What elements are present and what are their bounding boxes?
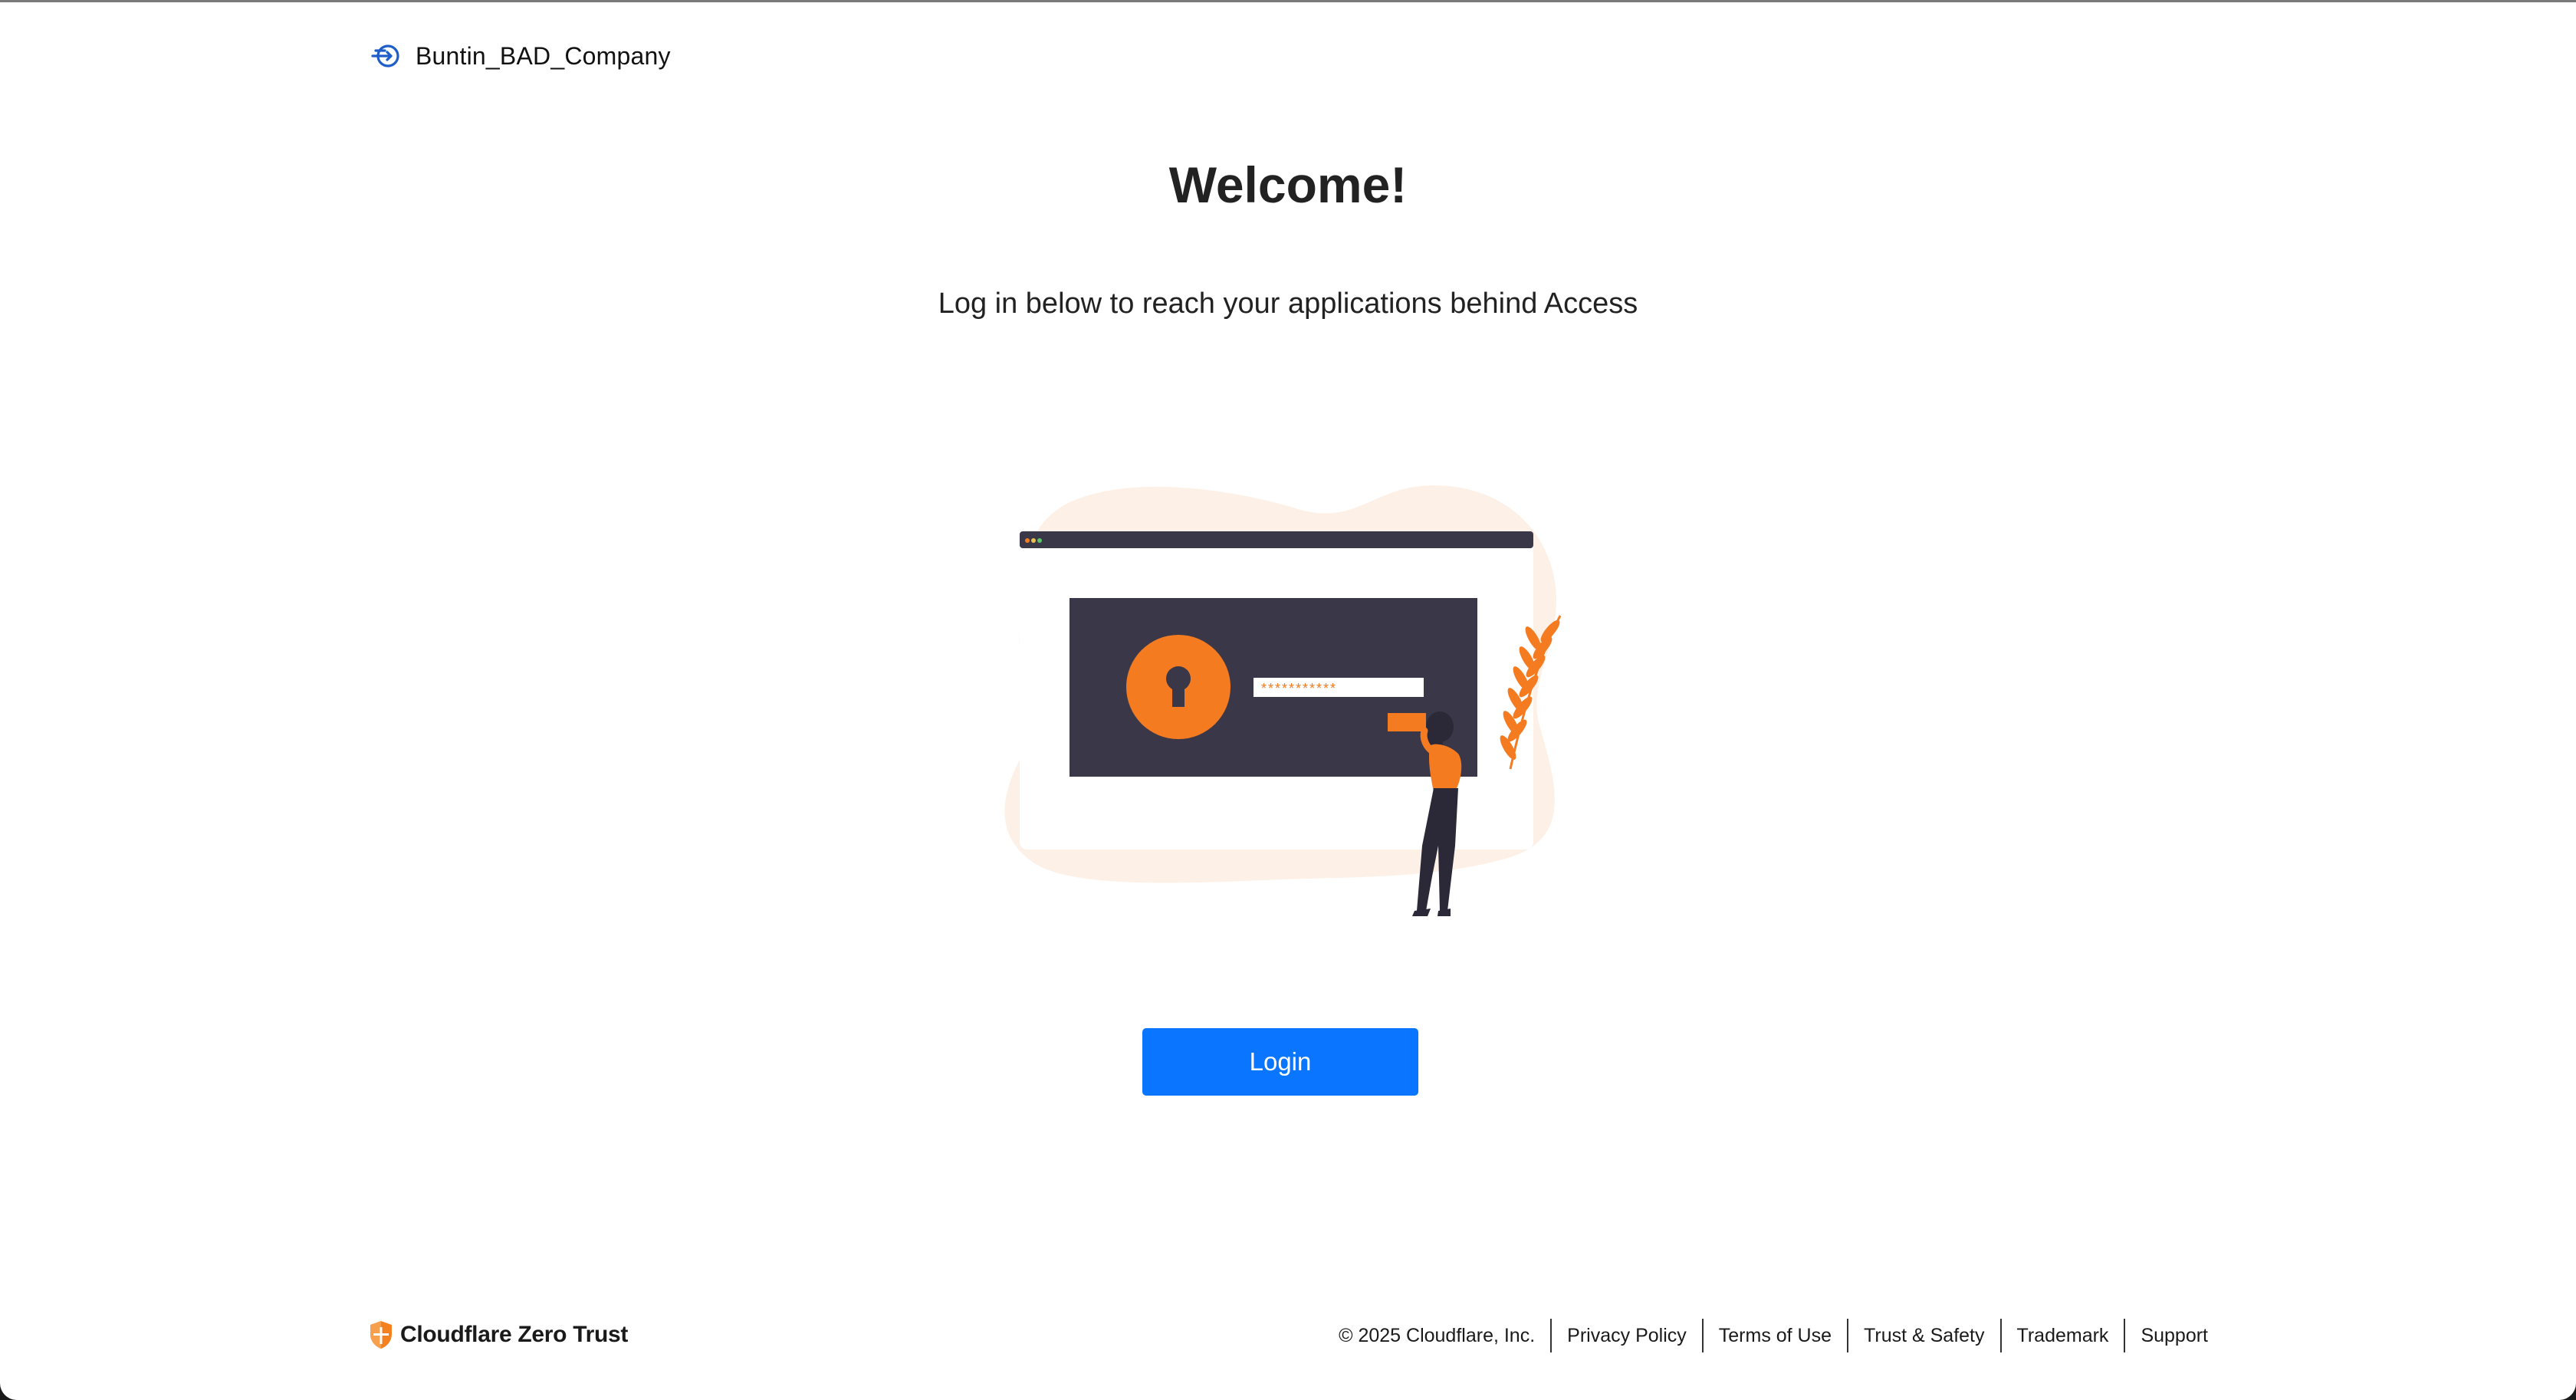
- team-name: Buntin_BAD_Company: [416, 41, 671, 70]
- browser-page: Buntin_BAD_Company Welcome! Log in below…: [0, 0, 2576, 1400]
- privacy-policy-link[interactable]: Privacy Policy: [1552, 1319, 1702, 1352]
- footer-links: © 2025 Cloudflare, Inc. Privacy Policy T…: [1323, 1319, 2208, 1352]
- team-brand: Buntin_BAD_Company: [370, 39, 671, 73]
- cloudflare-zero-trust-logo: Cloudflare Zero Trust: [368, 1319, 628, 1350]
- cloudflare-shield-icon: [370, 1321, 392, 1349]
- page-title: Welcome!: [1168, 156, 1408, 213]
- button-art: [1388, 713, 1426, 731]
- copyright-text: © 2025 Cloudflare, Inc.: [1339, 1325, 1536, 1346]
- login-button[interactable]: Login: [1142, 1028, 1418, 1096]
- trademark-link[interactable]: Trademark: [2002, 1319, 2124, 1352]
- browser-titlebar: [1020, 531, 1533, 548]
- page-subtitle: Log in below to reach your applications …: [938, 288, 1638, 320]
- trust-safety-link[interactable]: Trust & Safety: [1848, 1319, 1999, 1352]
- terms-of-use-link[interactable]: Terms of Use: [1704, 1319, 1847, 1352]
- password-mask: ***********: [1261, 681, 1337, 696]
- support-link[interactable]: Support: [2125, 1319, 2208, 1352]
- team-arrow-icon: [371, 44, 399, 67]
- login-illustration: ***********: [1004, 485, 1562, 916]
- footer-brand-text: Cloudflare Zero Trust: [400, 1322, 629, 1347]
